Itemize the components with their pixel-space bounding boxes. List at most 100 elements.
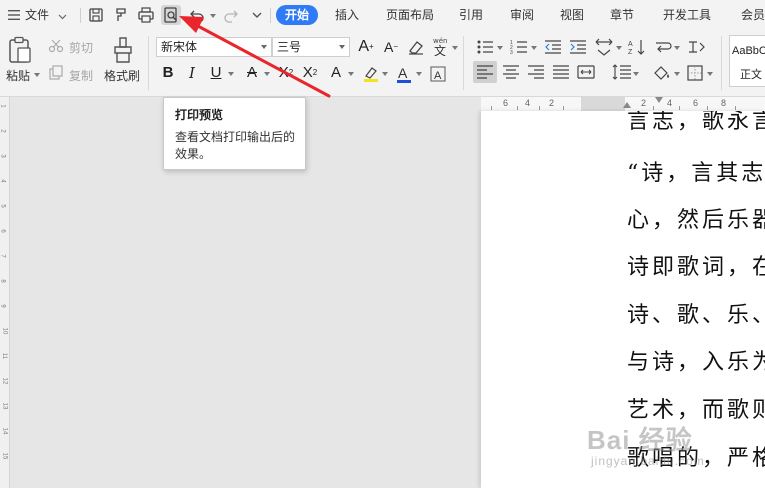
strikethrough-icon[interactable]: A bbox=[243, 64, 261, 82]
ruler-number: 4 bbox=[0, 179, 6, 183]
distribute-icon[interactable] bbox=[577, 64, 595, 80]
redo-icon[interactable] bbox=[220, 5, 240, 25]
menu-bar: 文件 开始 插入 页面布局 引用 审阅 视图 章节 开发工具 会员 bbox=[0, 0, 765, 30]
ruler-tick bbox=[707, 106, 708, 110]
shading-icon[interactable] bbox=[652, 64, 672, 82]
text-direction-icon[interactable] bbox=[594, 38, 614, 56]
copy-icon bbox=[48, 65, 64, 81]
text-effect-icon[interactable]: A bbox=[327, 64, 345, 82]
highlight-dropdown-icon[interactable] bbox=[382, 72, 388, 76]
highlight-icon[interactable] bbox=[362, 65, 380, 83]
numbered-dropdown-icon[interactable] bbox=[531, 46, 537, 50]
tab-insert[interactable]: 插入 bbox=[327, 5, 367, 25]
cut-button[interactable]: 剪切 bbox=[69, 39, 93, 56]
indent-marker[interactable] bbox=[655, 97, 663, 103]
align-left-icon[interactable] bbox=[473, 61, 497, 83]
ruler-number: 2 bbox=[641, 98, 647, 108]
tooltip-description: 查看文档打印输出后的效果。 bbox=[175, 130, 296, 161]
ruler-number: 6 bbox=[693, 98, 699, 108]
paste-dropdown-icon[interactable] bbox=[34, 73, 40, 77]
format-painter-button[interactable]: 格式刷 bbox=[104, 67, 140, 84]
document-page[interactable]: 言志，歌永言 “诗，言其志 心，然后乐器 诗即歌词，在 诗、歌、乐、 与诗，入乐… bbox=[481, 111, 765, 488]
more-icon[interactable] bbox=[247, 5, 267, 25]
tab-review[interactable]: 审阅 bbox=[502, 5, 542, 25]
align-right-icon[interactable] bbox=[527, 65, 545, 79]
bullet-list-icon[interactable] bbox=[476, 39, 494, 55]
tab-developer[interactable]: 开发工具 bbox=[654, 5, 720, 25]
clipboard-icon[interactable] bbox=[7, 36, 33, 64]
phonetic-dropdown-icon[interactable] bbox=[452, 46, 458, 50]
superscript-icon[interactable]: X2 bbox=[277, 64, 295, 82]
tab-view[interactable]: 视图 bbox=[552, 5, 592, 25]
shrink-font-icon[interactable]: A− bbox=[382, 38, 400, 56]
underline-dropdown-icon[interactable] bbox=[228, 72, 234, 76]
file-menu[interactable]: 文件 bbox=[8, 0, 67, 30]
paste-button[interactable]: 粘贴 bbox=[6, 67, 30, 84]
decrease-indent-icon[interactable] bbox=[544, 39, 562, 55]
font-size-select[interactable]: 三号 bbox=[272, 37, 350, 57]
ruler-number: 1 bbox=[0, 104, 6, 108]
undo-icon[interactable] bbox=[188, 5, 208, 25]
show-marks-icon[interactable] bbox=[688, 39, 706, 55]
scissors-icon bbox=[48, 39, 64, 53]
character-border-icon[interactable]: A bbox=[429, 65, 447, 83]
hamburger-icon bbox=[8, 1, 20, 31]
justify-icon[interactable] bbox=[552, 65, 570, 79]
subscript-icon[interactable]: X2 bbox=[301, 64, 319, 82]
save-icon[interactable] bbox=[86, 5, 106, 25]
bullet-dropdown-icon[interactable] bbox=[497, 46, 503, 50]
document-line: 与诗，入乐为 bbox=[627, 350, 765, 375]
borders-icon[interactable] bbox=[687, 65, 703, 81]
text-effect-dropdown-icon[interactable] bbox=[348, 72, 354, 76]
indent-marker[interactable] bbox=[623, 102, 631, 108]
ruler-number: 4 bbox=[525, 98, 531, 108]
format-brush-icon[interactable] bbox=[111, 36, 135, 64]
style-normal[interactable]: AaBbC 正文 bbox=[729, 35, 765, 87]
italic-icon[interactable]: I bbox=[183, 64, 201, 82]
tab-page-layout[interactable]: 页面布局 bbox=[379, 5, 441, 25]
tab-home[interactable]: 开始 bbox=[276, 5, 318, 25]
copy-button[interactable]: 复制 bbox=[69, 67, 93, 84]
svg-text:A: A bbox=[628, 41, 633, 48]
line-break-dropdown-icon[interactable] bbox=[674, 46, 680, 50]
font-name-value: 新宋体 bbox=[161, 40, 198, 54]
text-direction-dropdown-icon[interactable] bbox=[616, 46, 622, 50]
tab-member[interactable]: 会员 bbox=[733, 5, 765, 25]
tab-references[interactable]: 引用 bbox=[449, 5, 493, 25]
line-spacing-dropdown-icon[interactable] bbox=[633, 72, 639, 76]
shading-dropdown-icon[interactable] bbox=[674, 72, 680, 76]
print-icon[interactable] bbox=[136, 5, 156, 25]
svg-text:3: 3 bbox=[510, 50, 513, 55]
font-name-select[interactable]: 新宋体 bbox=[156, 37, 272, 57]
underline-icon[interactable]: U bbox=[207, 64, 225, 82]
numbered-list-icon[interactable]: 123 bbox=[510, 39, 528, 55]
print-preview-icon[interactable] bbox=[161, 5, 181, 25]
increase-indent-icon[interactable] bbox=[569, 39, 587, 55]
undo-dropdown-icon[interactable] bbox=[210, 14, 216, 18]
tab-chapter[interactable]: 章节 bbox=[600, 5, 644, 25]
bold-icon[interactable]: B bbox=[159, 64, 177, 82]
line-break-icon[interactable] bbox=[654, 39, 672, 55]
ruler-number: 6 bbox=[503, 98, 509, 108]
svg-text:文: 文 bbox=[434, 43, 446, 56]
ruler-tick bbox=[679, 106, 680, 110]
ruler-number: 10 bbox=[1, 327, 8, 335]
ruler-number: 8 bbox=[721, 98, 727, 108]
divider bbox=[80, 8, 81, 23]
line-spacing-icon[interactable] bbox=[612, 64, 632, 80]
ruler-tick bbox=[735, 106, 736, 110]
font-color-icon[interactable]: A bbox=[395, 64, 413, 84]
align-center-icon[interactable] bbox=[502, 65, 520, 79]
phonetic-guide-icon[interactable]: wén 文 bbox=[432, 36, 450, 56]
strikethrough-dropdown-icon[interactable] bbox=[264, 72, 270, 76]
borders-dropdown-icon[interactable] bbox=[707, 72, 713, 76]
ruler-tick bbox=[563, 106, 564, 110]
ruler-tick bbox=[653, 106, 654, 110]
ruler-tick bbox=[517, 106, 518, 110]
sort-icon[interactable]: AZ bbox=[628, 39, 646, 55]
clear-format-icon[interactable] bbox=[407, 39, 425, 55]
grow-font-icon[interactable]: A+ bbox=[357, 38, 375, 56]
svg-text:A: A bbox=[434, 70, 442, 82]
format-painter-icon[interactable] bbox=[111, 5, 131, 25]
font-color-dropdown-icon[interactable] bbox=[416, 72, 422, 76]
